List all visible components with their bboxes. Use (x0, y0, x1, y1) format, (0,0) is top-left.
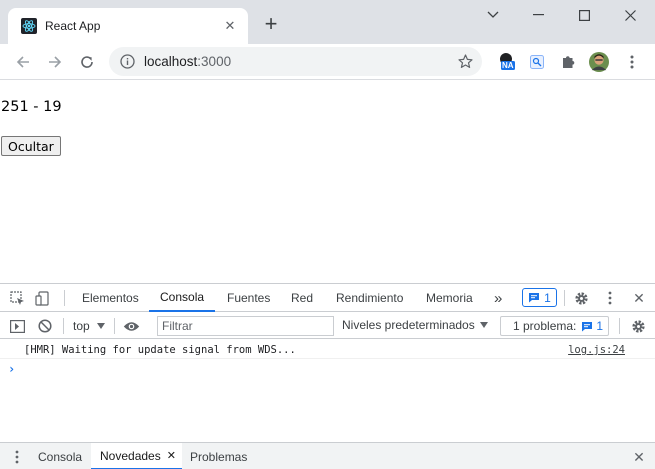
back-icon[interactable] (10, 49, 36, 75)
close-window-icon[interactable] (607, 0, 653, 30)
devtools-drawer: Consola Novedades ✕ Problemas ✕ (0, 442, 655, 469)
context-selector[interactable]: top (73, 313, 105, 339)
browser-tab[interactable]: React App ✕ (8, 8, 248, 44)
chevron-down-icon (96, 323, 105, 329)
hide-button[interactable]: Ocultar (1, 136, 61, 156)
console-output: [HMR] Waiting for update signal from WDS… (0, 340, 655, 440)
problems-message-icon (582, 321, 593, 331)
drawer-tab-console[interactable]: Consola (38, 443, 82, 469)
tab-title: React App (45, 19, 101, 33)
forward-icon[interactable] (42, 49, 68, 75)
tab-sources[interactable]: Fuentes (227, 284, 270, 312)
drawer-tab-label: Novedades (100, 448, 161, 463)
console-filter-input[interactable] (157, 316, 334, 336)
toolbar-divider (63, 318, 64, 334)
console-prompt-icon[interactable]: › (8, 362, 15, 376)
address-host: localhost (144, 54, 198, 69)
live-expression-eye-icon[interactable] (122, 317, 140, 335)
problems-label: 1 problema: (513, 319, 577, 333)
tab-close-icon[interactable]: ✕ (222, 18, 238, 34)
devtools-menu-icon[interactable] (601, 289, 619, 307)
issues-badge[interactable]: 1 (522, 288, 557, 307)
console-toolbar: top Niveles predeterminados 1 problema: … (0, 313, 655, 339)
extension-search-icon[interactable] (527, 52, 547, 72)
bookmark-star-icon[interactable] (457, 53, 473, 69)
reload-icon[interactable] (74, 49, 100, 75)
console-message-row: [HMR] Waiting for update signal from WDS… (0, 340, 655, 359)
tab-elements[interactable]: Elementos (82, 284, 139, 312)
devtools-tab-bar: Elementos Consola Fuentes Red Rendimient… (0, 284, 655, 312)
devtools-panel: Elementos Consola Fuentes Red Rendimient… (0, 283, 655, 469)
issues-count: 1 (544, 290, 551, 305)
issues-message-icon (529, 293, 540, 303)
problems-button[interactable]: 1 problema: 1 (500, 316, 609, 336)
settings-gear-icon[interactable] (572, 289, 590, 307)
react-logo-icon (21, 18, 37, 34)
tab-console[interactable]: Consola (149, 284, 216, 312)
drawer-tab-issues[interactable]: Problemas (190, 443, 247, 469)
extension-na-icon[interactable]: NA (497, 52, 517, 72)
inspect-element-icon[interactable] (8, 289, 26, 307)
sidebar-toggle-icon[interactable] (8, 317, 26, 335)
close-drawer-icon[interactable]: ✕ (630, 448, 648, 466)
browser-menu-icon[interactable] (622, 52, 642, 72)
drawer-tab-close-icon[interactable]: ✕ (167, 449, 176, 462)
log-levels-label: Niveles predeterminados (342, 318, 475, 332)
browser-toolbar: localhost:3000 NA (0, 44, 655, 80)
drawer-menu-icon[interactable] (8, 448, 26, 466)
tab-network[interactable]: Red (291, 284, 313, 312)
more-tabs-icon[interactable]: » (494, 284, 502, 312)
log-levels-dropdown[interactable]: Niveles predeterminados (342, 318, 488, 332)
context-value: top (73, 319, 90, 333)
counter-text: 251 - 19 (1, 99, 62, 115)
tab-performance[interactable]: Rendimiento (336, 284, 403, 312)
toolbar-divider (114, 318, 115, 334)
new-tab-button[interactable]: + (260, 13, 282, 35)
toolbar-divider (564, 290, 565, 306)
toolbar-divider (619, 318, 620, 334)
page-viewport: 251 - 19 Ocultar (0, 80, 655, 283)
tab-search-icon[interactable] (470, 0, 516, 30)
problems-count: 1 (596, 319, 604, 333)
device-toolbar-icon[interactable] (34, 289, 52, 307)
site-info-icon[interactable] (119, 54, 135, 70)
address-bar[interactable]: localhost:3000 (109, 47, 482, 76)
profile-avatar[interactable] (589, 52, 609, 72)
toolbar-divider (64, 290, 65, 306)
console-source-link[interactable]: log.js:24 (568, 344, 625, 356)
tab-strip: React App ✕ + (0, 0, 655, 44)
minimize-icon[interactable] (515, 0, 561, 30)
address-port: :3000 (197, 54, 232, 69)
drawer-tab-whats-new[interactable]: Novedades ✕ (91, 443, 182, 469)
maximize-icon[interactable] (561, 0, 607, 30)
chevron-down-icon (479, 322, 488, 328)
close-devtools-icon[interactable]: ✕ (630, 289, 648, 307)
console-message-text: [HMR] Waiting for update signal from WDS… (24, 344, 296, 356)
extension-badge: NA (502, 61, 514, 70)
extensions-puzzle-icon[interactable] (558, 52, 578, 72)
clear-console-icon[interactable] (36, 317, 54, 335)
tab-memory[interactable]: Memoria (426, 284, 473, 312)
console-settings-gear-icon[interactable] (629, 317, 647, 335)
